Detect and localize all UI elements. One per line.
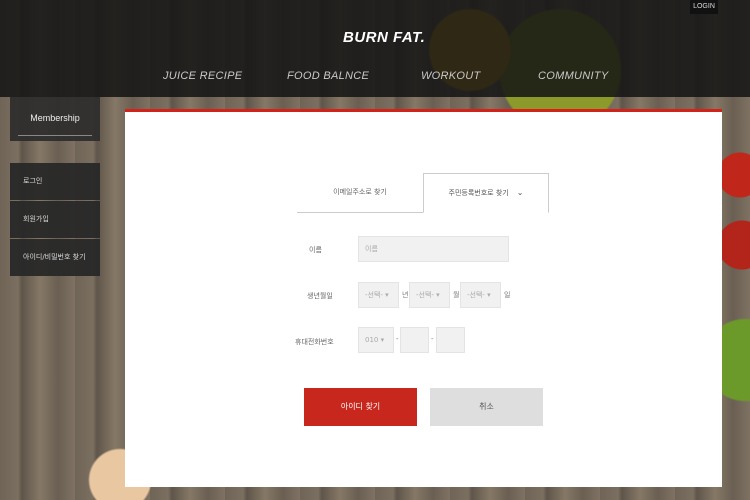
cancel-button[interactable]: 취소 xyxy=(430,388,543,426)
nav-workout[interactable]: WORKOUT xyxy=(421,70,481,82)
sidebar-menu: 로그인 회원가입 아이디/비밀번호 찾기 xyxy=(10,163,100,277)
sidebar-title: Membership xyxy=(10,97,100,141)
find-id-panel: 이메일주소로 찾기 주민등록번호로 찾기 ⌄ 이름 이름 생년월일 -선택- ▾ … xyxy=(125,109,722,487)
top-header: LOGIN BURN FAT. JUICE RECIPE FOOD BALNCE… xyxy=(0,0,750,97)
find-id-button[interactable]: 아이디 찾기 xyxy=(304,388,417,426)
main-nav: JUICE RECIPE FOOD BALNCE WORKOUT COMMUNI… xyxy=(0,70,750,88)
phone-middle-input[interactable] xyxy=(400,327,429,353)
chevron-down-icon: ⌄ xyxy=(516,188,524,197)
tab-find-by-email[interactable]: 이메일주소로 찾기 xyxy=(297,173,423,213)
birth-year-select[interactable]: -선택- ▾ xyxy=(358,282,399,308)
phone-prefix-select[interactable]: 010 ▾ xyxy=(358,327,394,353)
sidebar-item-find-id-password[interactable]: 아이디/비밀번호 찾기 xyxy=(10,239,100,276)
birth-month-value: -선택- xyxy=(416,291,434,299)
nav-community[interactable]: COMMUNITY xyxy=(538,70,609,82)
birth-month-suffix: 월 xyxy=(453,291,460,299)
name-label: 이름 xyxy=(309,246,322,254)
phone-label: 휴대전화번호 xyxy=(295,338,334,346)
birth-year-suffix: 년 xyxy=(402,291,409,299)
nav-juice-recipe[interactable]: JUICE RECIPE xyxy=(163,70,242,82)
tab-find-by-resident-number[interactable]: 주민등록번호로 찾기 ⌄ xyxy=(423,173,549,213)
nav-food-balance[interactable]: FOOD BALNCE xyxy=(287,70,369,82)
birth-year-value: -선택- xyxy=(365,291,383,299)
birth-day-suffix: 일 xyxy=(504,291,511,299)
phone-last-input[interactable] xyxy=(436,327,465,353)
sidebar-item-login[interactable]: 로그인 xyxy=(10,163,100,200)
phone-prefix-value: 010 xyxy=(365,336,379,344)
login-link[interactable]: LOGIN xyxy=(690,0,718,14)
name-input[interactable]: 이름 xyxy=(358,236,509,262)
site-logo[interactable]: BURN FAT. xyxy=(343,29,425,46)
birth-month-select[interactable]: -선택- ▾ xyxy=(409,282,450,308)
phone-dash-2: - xyxy=(431,335,434,343)
phone-dash-1: - xyxy=(396,335,399,343)
birth-day-value: -선택- xyxy=(467,291,485,299)
find-method-tabs: 이메일주소로 찾기 주민등록번호로 찾기 ⌄ xyxy=(297,173,549,213)
birth-day-select[interactable]: -선택- ▾ xyxy=(460,282,501,308)
birth-label: 생년월일 xyxy=(307,292,333,300)
tab-find-by-email-label: 이메일주소로 찾기 xyxy=(333,188,387,196)
tab-find-by-resident-label: 주민등록번호로 찾기 xyxy=(448,189,509,197)
sidebar-item-signup[interactable]: 회원가입 xyxy=(10,201,100,238)
